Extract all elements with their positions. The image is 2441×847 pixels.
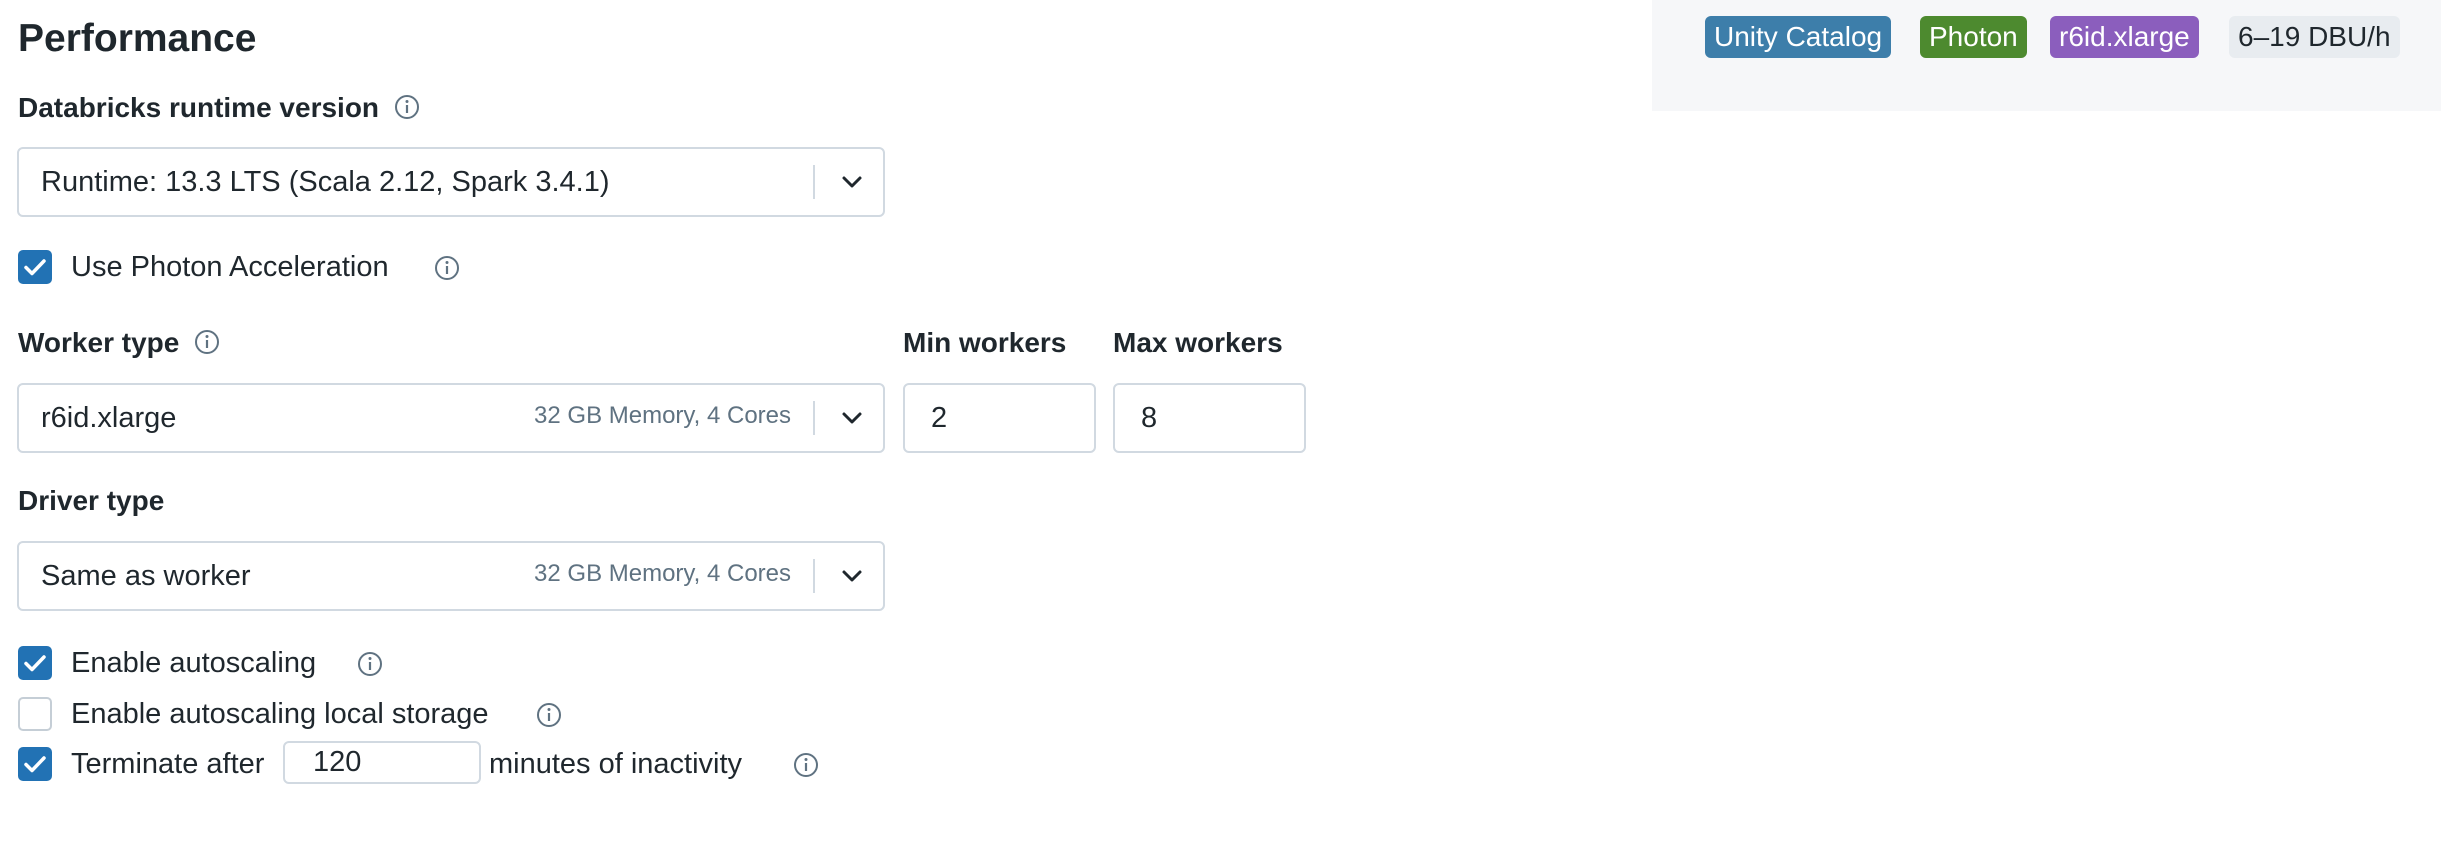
max-workers-label: Max workers: [1113, 327, 1283, 358]
driver-type-specs: 32 GB Memory, 4 Cores: [534, 560, 791, 587]
terminate-checkbox[interactable]: [18, 747, 52, 781]
runtime-label: Databricks runtime version: [18, 88, 421, 128]
terminate-prefix-label: Terminate after: [71, 748, 265, 780]
local-storage-label: Enable autoscaling local storage: [71, 698, 489, 730]
min-workers-label: Min workers: [903, 327, 1067, 358]
info-icon[interactable]: [535, 701, 563, 729]
worker-type-specs: 32 GB Memory, 4 Cores: [534, 402, 791, 429]
instance-type-badge: r6id.xlarge: [2050, 16, 2199, 58]
terminate-minutes-input[interactable]: [283, 741, 481, 784]
driver-type-value: Same as worker: [41, 560, 251, 592]
info-icon[interactable]: [433, 254, 461, 282]
autoscaling-checkbox[interactable]: [18, 646, 52, 680]
chevron-down-icon[interactable]: [837, 561, 867, 591]
chevron-down-icon[interactable]: [837, 403, 867, 433]
runtime-version-select[interactable]: Runtime: 13.3 LTS (Scala 2.12, Spark 3.4…: [17, 147, 885, 217]
select-divider: [813, 165, 815, 199]
max-workers-input[interactable]: [1113, 383, 1306, 453]
photon-checkbox[interactable]: [18, 250, 52, 284]
driver-type-label: Driver type: [18, 485, 165, 516]
local-storage-checkbox[interactable]: [18, 697, 52, 731]
info-icon[interactable]: [356, 650, 384, 678]
select-divider: [813, 401, 815, 435]
unity-catalog-badge: Unity Catalog: [1705, 16, 1892, 58]
driver-type-select[interactable]: Same as worker 32 GB Memory, 4 Cores: [17, 541, 885, 611]
select-divider: [813, 559, 815, 593]
page-title: Performance: [18, 17, 257, 60]
check-icon: [24, 655, 46, 672]
worker-type-value: r6id.xlarge: [41, 402, 177, 434]
info-icon[interactable]: [193, 328, 221, 356]
min-workers-input[interactable]: [903, 383, 1096, 453]
info-icon[interactable]: [393, 93, 421, 121]
runtime-version-value: Runtime: 13.3 LTS (Scala 2.12, Spark 3.4…: [41, 166, 610, 198]
check-icon: [24, 259, 46, 276]
runtime-label-text: Databricks runtime version: [18, 92, 380, 123]
dbu-estimate: 6–19 DBU/h: [2229, 16, 2400, 58]
terminate-suffix-label: minutes of inactivity: [489, 748, 743, 780]
worker-type-label: Worker type: [18, 323, 221, 363]
worker-type-select[interactable]: r6id.xlarge 32 GB Memory, 4 Cores: [17, 383, 885, 453]
worker-type-label-text: Worker type: [18, 327, 180, 358]
chevron-down-icon[interactable]: [837, 167, 867, 197]
autoscaling-label: Enable autoscaling: [71, 647, 317, 679]
check-icon: [24, 756, 46, 773]
info-icon[interactable]: [792, 751, 820, 779]
photon-label: Use Photon Acceleration: [71, 251, 389, 283]
photon-badge: Photon: [1920, 16, 2027, 58]
